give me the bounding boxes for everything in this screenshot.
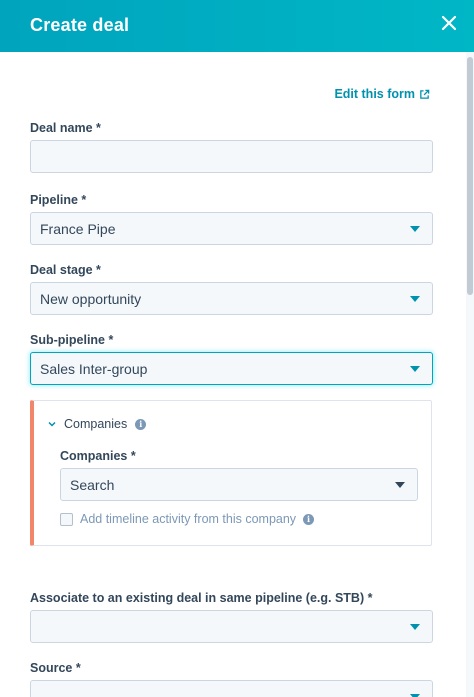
deal-stage-select[interactable]: New opportunity bbox=[30, 282, 433, 315]
modal-title: Create deal bbox=[30, 15, 130, 35]
associate-deal-select[interactable] bbox=[30, 610, 433, 643]
source-select[interactable] bbox=[30, 680, 433, 697]
scrollbar-thumb[interactable] bbox=[467, 57, 473, 295]
companies-toggle[interactable]: Companies i bbox=[48, 417, 147, 431]
companies-label: Companies * bbox=[60, 449, 136, 463]
external-link-icon bbox=[420, 89, 430, 99]
caret-down-icon bbox=[410, 624, 420, 630]
close-button[interactable] bbox=[438, 12, 460, 34]
caret-down-icon bbox=[395, 482, 405, 488]
companies-search-value: Search bbox=[70, 477, 115, 493]
deal-name-label: Deal name * bbox=[30, 121, 101, 135]
chevron-down-icon bbox=[48, 421, 56, 427]
deal-stage-value: New opportunity bbox=[40, 291, 142, 307]
caret-down-icon bbox=[410, 296, 420, 302]
sub-pipeline-value: Sales Inter-group bbox=[40, 361, 148, 377]
sub-pipeline-select[interactable]: Sales Inter-group bbox=[30, 352, 433, 385]
info-icon[interactable]: i bbox=[303, 513, 315, 525]
sub-pipeline-label: Sub-pipeline * bbox=[30, 333, 114, 347]
caret-down-icon bbox=[410, 226, 420, 232]
timeline-activity-checkbox[interactable] bbox=[60, 512, 73, 526]
deal-stage-label: Deal stage * bbox=[30, 263, 101, 277]
info-icon[interactable]: i bbox=[135, 418, 147, 430]
companies-card: Companies i Companies * Search Add timel… bbox=[30, 400, 432, 546]
pipeline-label: Pipeline * bbox=[30, 193, 87, 207]
pipeline-select[interactable]: France Pipe bbox=[30, 212, 433, 245]
timeline-activity-label: Add timeline activity from this company bbox=[80, 512, 297, 526]
edit-form-link-label: Edit this form bbox=[334, 87, 415, 101]
close-icon bbox=[441, 15, 457, 31]
deal-name-input[interactable] bbox=[30, 140, 433, 173]
associate-deal-label: Associate to an existing deal in same pi… bbox=[30, 591, 373, 605]
companies-search-select[interactable]: Search bbox=[60, 468, 418, 501]
caret-down-icon bbox=[410, 366, 420, 372]
source-label: Source * bbox=[30, 661, 81, 675]
pipeline-value: France Pipe bbox=[40, 221, 116, 237]
companies-toggle-label: Companies bbox=[64, 417, 128, 431]
timeline-activity-option[interactable]: Add timeline activity from this company … bbox=[60, 512, 315, 526]
edit-form-link[interactable]: Edit this form bbox=[334, 87, 430, 101]
modal-header: Create deal bbox=[0, 0, 474, 52]
